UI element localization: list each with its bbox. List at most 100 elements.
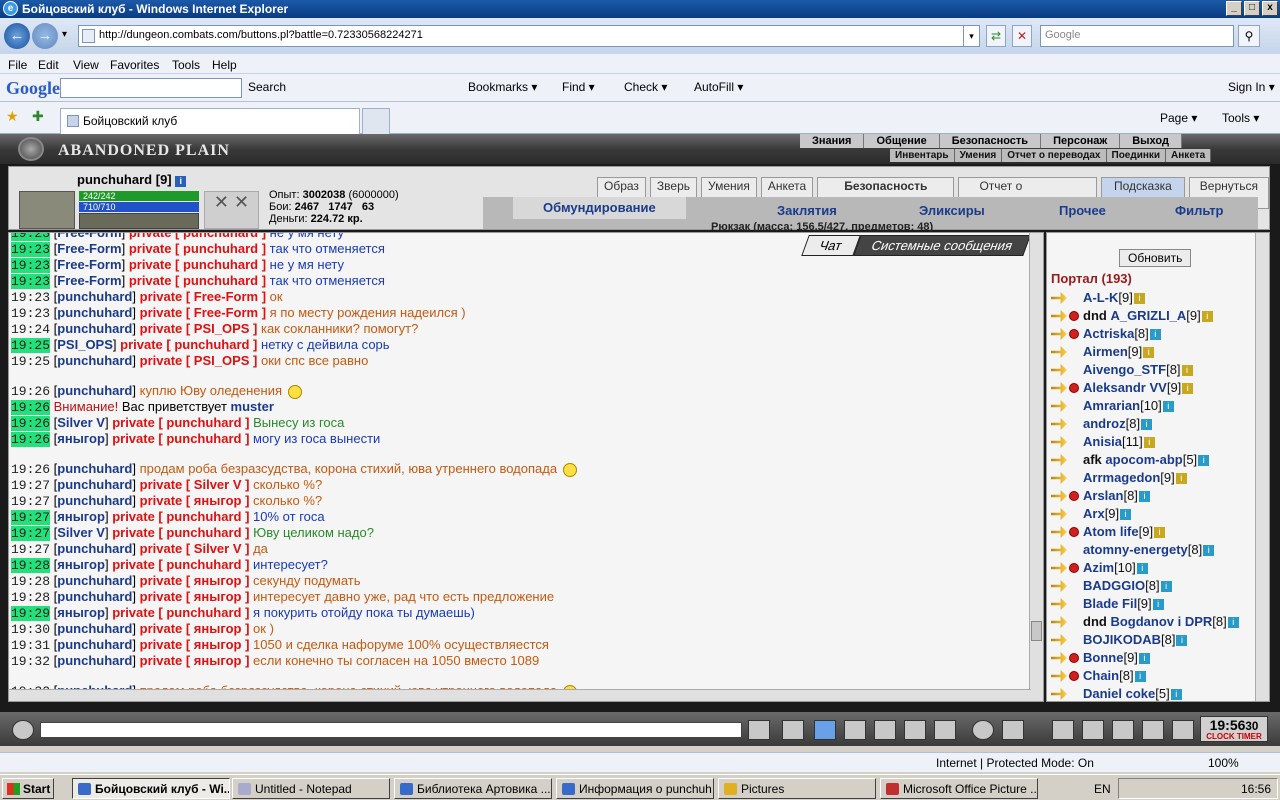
player-name[interactable]: Arslan [1083, 488, 1123, 503]
page-menu[interactable]: Page ▾ [1160, 111, 1197, 125]
player-info-icon[interactable]: i [1149, 329, 1161, 341]
chat-panel[interactable]: Чат Системные сообщения 19:23 [Free-Form… [8, 232, 1044, 702]
chat-user[interactable]: Free-Form [57, 233, 121, 240]
player-list-item[interactable]: Aivengo_STF[8] i [1051, 361, 1257, 379]
chat-user[interactable]: Free-Form [57, 241, 121, 256]
private-arrow-icon[interactable] [1051, 418, 1067, 430]
nav-knowledge[interactable]: Знания [800, 134, 865, 148]
chat-private[interactable]: private [ яныгор ] [140, 493, 250, 508]
chat-private[interactable]: private [ яныгор ] [140, 573, 250, 588]
signin-button[interactable]: Sign In ▾ [1228, 80, 1275, 94]
smiley-icon[interactable] [972, 720, 994, 740]
player-info-icon[interactable]: i [1120, 509, 1132, 521]
chat-private[interactable]: private [ punchuhard ] [112, 557, 249, 572]
private-arrow-icon[interactable] [1051, 652, 1067, 664]
player-info-icon[interactable]: i [1175, 473, 1187, 485]
private-arrow-icon[interactable] [1051, 598, 1067, 610]
history-dropdown-icon[interactable]: ▾ [62, 29, 67, 40]
chat-private[interactable]: private [ punchuhard ] [112, 525, 249, 540]
player-info-icon[interactable]: i [1136, 563, 1148, 575]
chat-user[interactable]: muster [231, 399, 274, 414]
player-list-item[interactable]: androz[8] i [1051, 415, 1257, 433]
player-list-item[interactable]: Atom life[9] i [1051, 523, 1257, 541]
player-list-item[interactable]: dnd Bogdanov i DPR[8] i [1051, 613, 1257, 631]
task-pictures[interactable]: Pictures [718, 778, 876, 799]
player-list-item[interactable]: Azim[10] i [1051, 559, 1257, 577]
player-info-icon[interactable]: i [1134, 671, 1146, 683]
player-info-icon[interactable]: i [1152, 599, 1164, 611]
menu-tools[interactable]: Tools [172, 58, 200, 72]
private-arrow-icon[interactable] [1051, 292, 1067, 304]
google-search-button[interactable]: Search [248, 80, 286, 94]
chat-hscrollbar[interactable] [9, 689, 1031, 701]
player-list-item[interactable]: Arslan[8] i [1051, 487, 1257, 505]
back-button[interactable]: ← [4, 23, 30, 49]
player-name[interactable]: Chain [1083, 668, 1119, 683]
equipment-slots[interactable] [79, 213, 199, 229]
task-notepad[interactable]: Untitled - Notepad [232, 778, 390, 799]
player-info-icon[interactable]: i [1143, 347, 1155, 359]
check-button[interactable]: Check ▾ [624, 80, 667, 94]
private-arrow-icon[interactable] [1051, 454, 1067, 466]
task-info[interactable]: Информация о punchuh... [556, 778, 714, 799]
chat-user[interactable]: punchuhard [57, 305, 132, 320]
player-list-item[interactable]: dnd A_GRIZLI_A[9] i [1051, 307, 1257, 325]
subnav-profile[interactable]: Анкета [1166, 149, 1212, 162]
zone-status[interactable]: Internet | Protected Mode: On [936, 756, 1094, 770]
stop-button[interactable]: ✕ [1012, 25, 1032, 47]
find-button[interactable]: Find ▾ [562, 80, 595, 94]
maximize-button[interactable]: □ [1244, 1, 1260, 16]
quest-icon[interactable] [1082, 720, 1104, 740]
fight-icon[interactable] [874, 720, 896, 740]
player-name[interactable]: Bogdanov i DPR [1110, 614, 1212, 629]
chat-user[interactable]: punchuhard [57, 589, 132, 604]
chat-user[interactable]: яныгор [57, 557, 105, 572]
private-arrow-icon[interactable] [1051, 310, 1067, 322]
player-name[interactable]: Daniel coke [1083, 686, 1155, 701]
player-info-icon[interactable]: i [1201, 311, 1213, 323]
chat-private[interactable]: private [ punchuhard ] [120, 337, 257, 352]
menu-favorites[interactable]: Favorites [110, 58, 159, 72]
nav-character[interactable]: Персонаж [1041, 134, 1121, 148]
chat-private[interactable]: private [ punchuhard ] [129, 241, 266, 256]
private-arrow-icon[interactable] [1051, 328, 1067, 340]
private-arrow-icon[interactable] [1051, 688, 1067, 700]
chat-user[interactable]: punchuhard [57, 573, 132, 588]
chat-user[interactable]: Silver V [57, 415, 105, 430]
subnav-fights[interactable]: Поединки [1106, 149, 1167, 162]
player-name[interactable]: Anisia [1083, 434, 1122, 449]
player-name[interactable]: Blade Fil [1083, 596, 1137, 611]
chat-private[interactable]: private [ punchuhard ] [112, 509, 249, 524]
player-name[interactable]: Actriska [1083, 326, 1134, 341]
chat-user[interactable]: Free-Form [57, 273, 121, 288]
player-name[interactable]: atomny-energety [1083, 542, 1188, 557]
subnav-skills[interactable]: Умения [954, 149, 1003, 162]
private-arrow-icon[interactable] [1051, 382, 1067, 394]
language-indicator[interactable]: EN [1094, 782, 1111, 796]
player-info-icon[interactable]: i [1176, 635, 1188, 647]
subnav-transfers[interactable]: Отчет о переводах [1002, 149, 1107, 162]
tab-other[interactable]: Прочее [1059, 203, 1106, 218]
players-scrollbar[interactable] [1255, 233, 1269, 701]
refresh-button[interactable]: ⇄ [986, 25, 1006, 47]
chat-user[interactable]: яныгор [57, 605, 105, 620]
hand-icon[interactable] [1052, 720, 1074, 740]
google-search-input[interactable] [60, 78, 242, 98]
player-info-icon[interactable]: i [1133, 293, 1145, 305]
player-info-icon[interactable]: i [1138, 653, 1150, 665]
nav-social[interactable]: Общение [864, 134, 940, 148]
chat-private[interactable]: private [ яныгор ] [140, 589, 250, 604]
mute-icon[interactable] [904, 720, 926, 740]
chat-user[interactable]: punchuhard [57, 541, 132, 556]
chat-user[interactable]: punchuhard [57, 637, 132, 652]
player-list-item[interactable]: Daniel coke[5] i [1051, 685, 1257, 701]
sound-icon[interactable] [934, 720, 956, 740]
player-list-item[interactable]: Anisia[11] i [1051, 433, 1257, 451]
favorites-star-icon[interactable]: ★ [6, 108, 19, 125]
player-name[interactable]: Airmen [1083, 344, 1128, 359]
forward-button[interactable]: → [32, 23, 58, 49]
chat-private[interactable]: private [ яныгор ] [140, 637, 250, 652]
chat-input[interactable] [40, 722, 742, 738]
private-arrow-icon[interactable] [1051, 472, 1067, 484]
player-name[interactable]: Arrmagedon [1083, 470, 1160, 485]
